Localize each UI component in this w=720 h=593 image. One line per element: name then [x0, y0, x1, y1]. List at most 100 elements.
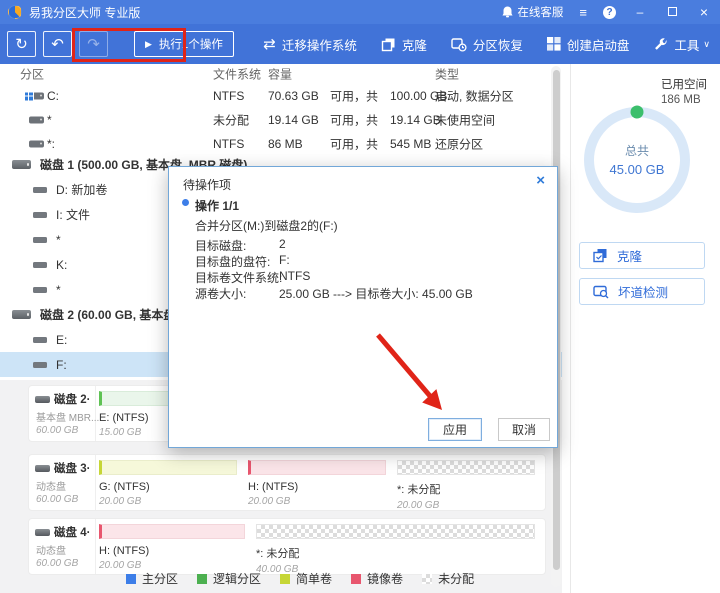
app-title: 易我分区大师 专业版: [29, 4, 140, 21]
table-row[interactable]: * 未分配 19.14 GB 可用，共 19.14 GB 未使用空间: [0, 108, 562, 132]
column-header-partition: 分区: [20, 66, 44, 83]
disk-icon: [35, 465, 50, 472]
field-key: 目标盘的盘符:: [195, 255, 270, 269]
partition-block-unallocated[interactable]: *: 未分配 20.00 GB: [397, 460, 535, 511]
partition-recovery-button[interactable]: 分区恢复: [451, 35, 523, 54]
online-service-label: 在线客服: [517, 4, 563, 20]
partition-bar-unallocated: [256, 524, 535, 539]
annotation-highlight-rectangle: [72, 28, 186, 62]
close-button[interactable]: ×: [696, 4, 712, 20]
legend-item-simple: 简单卷: [280, 570, 332, 587]
clone-label: 克隆: [402, 35, 427, 54]
undo-button[interactable]: ↶: [43, 31, 72, 57]
clone-side-label: 克隆: [617, 246, 642, 265]
disk-size: 60.00 GB: [36, 558, 95, 569]
disk-icon: [12, 310, 31, 319]
partition-fs: NTFS: [213, 89, 244, 103]
partition-icon: [33, 237, 47, 243]
partition-label: *: 未分配: [256, 545, 535, 561]
online-service-button[interactable]: 在线客服: [502, 4, 563, 20]
partition-block-unallocated[interactable]: *: 未分配 40.00 GB: [256, 524, 535, 575]
clone-button[interactable]: 克隆: [381, 35, 427, 54]
pending-operations-dialog: 待操作项 × 操作 1/1 合并分区(M:)到磁盘2的(F:) 目标磁盘:2 目…: [168, 166, 558, 448]
partition-total: 19.14 GB: [390, 113, 441, 127]
table-row[interactable]: C: NTFS 70.63 GB 可用，共 100.00 GB 启动, 数据分区: [0, 84, 562, 108]
headset-icon: [502, 6, 513, 18]
donut-total-label: 总共: [577, 142, 697, 159]
partition-size: 20.00 GB: [397, 500, 535, 511]
disk4-info: 磁盘 4· 动态盘 60.00 GB: [29, 519, 96, 574]
field-key: 目标卷文件系统:: [195, 271, 282, 285]
legend: 主分区 逻辑分区 简单卷 镜像卷 未分配: [126, 570, 474, 587]
menu-icon[interactable]: ≡: [579, 6, 587, 19]
legend-chip-unallocated: [422, 574, 432, 584]
clone-icon: [593, 248, 608, 263]
legend-item-primary: 主分区: [126, 570, 178, 587]
legend-chip-simple: [280, 574, 290, 584]
partition-icon: [29, 117, 44, 124]
right-panel: 已用空间 186 MB 总共 45.00 GB 克隆 坏道检测: [570, 64, 720, 593]
partition-icon: [33, 337, 47, 343]
field-value: F:: [279, 253, 290, 267]
legend-label: 主分区: [142, 570, 178, 587]
partition-bar: [248, 460, 386, 475]
partition-recovery-icon: [451, 37, 467, 52]
partition-available-of: 可用，共: [330, 88, 378, 105]
partition-bar: [99, 524, 245, 539]
disk4-card: 磁盘 4· 动态盘 60.00 GB H: (NTFS) 20.00 GB *:…: [28, 518, 546, 575]
partition-block-g[interactable]: G: (NTFS) 20.00 GB: [99, 460, 237, 511]
bad-sector-test-button[interactable]: 坏道检测: [579, 278, 705, 305]
app-window: 易我分区大师 专业版 在线客服 ≡ ? – × ↻ ↶ ↷ ▶ 执行1个操作 ⇄…: [0, 0, 720, 593]
disk-size: 60.00 GB: [36, 425, 95, 436]
field-value: 2: [279, 237, 286, 251]
disk-name: 磁盘 4·: [54, 524, 90, 540]
create-bootable-disk-button[interactable]: 创建启动盘: [547, 35, 630, 54]
minimize-button[interactable]: –: [632, 5, 648, 19]
disk-type: 基本盘 MBR...: [36, 409, 95, 424]
usage-donut-chart: 总共 45.00 GB: [577, 96, 697, 222]
maximize-button[interactable]: [664, 5, 680, 19]
system-badge-icon: [25, 92, 33, 100]
cancel-button[interactable]: 取消: [498, 418, 550, 441]
clone-side-button[interactable]: 克隆: [579, 242, 705, 269]
legend-item-unallocated: 未分配: [422, 570, 474, 587]
partition-icon: [33, 187, 47, 193]
tree-item-label: K:: [56, 258, 67, 272]
annotation-arrow: [368, 330, 453, 420]
column-header-filesystem: 文件系统: [213, 66, 261, 83]
field-key: 目标磁盘:: [195, 239, 246, 253]
legend-label: 未分配: [438, 570, 474, 587]
partition-label: G: (NTFS): [99, 481, 237, 493]
field-target-disk: 目标磁盘:2: [195, 237, 246, 254]
operation-summary: 合并分区(M:)到磁盘2的(F:): [195, 217, 338, 234]
clone-icon: [381, 37, 396, 52]
partition-block-h[interactable]: H: (NTFS) 20.00 GB: [99, 524, 245, 575]
tree-item-label: F:: [56, 358, 67, 372]
partition-total: 545 MB: [390, 137, 431, 151]
refresh-button[interactable]: ↻: [7, 31, 36, 57]
apply-button[interactable]: 应用: [428, 418, 482, 441]
partition-type: 未使用空间: [435, 112, 495, 129]
maximize-icon: [668, 7, 677, 16]
disk-icon: [35, 396, 50, 403]
tools-menu-button[interactable]: 工具 ∨: [653, 35, 710, 54]
dialog-close-icon[interactable]: ×: [536, 173, 545, 188]
legend-label: 镜像卷: [367, 570, 403, 587]
field-value: 25.00 GB ---> 目标卷大小: 45.00 GB: [279, 285, 473, 302]
disk-name: 磁盘 2·: [54, 391, 90, 407]
create-bootable-disk-label: 创建启动盘: [567, 35, 630, 54]
legend-chip-logical: [197, 574, 207, 584]
partition-block-h[interactable]: H: (NTFS) 20.00 GB: [248, 460, 386, 511]
disk-icon: [35, 529, 50, 536]
tree-item-label: D: 新加卷: [56, 181, 107, 198]
bootable-disk-icon: [547, 37, 561, 51]
legend-label: 逻辑分区: [213, 570, 261, 587]
donut-total-value: 45.00 GB: [577, 162, 697, 177]
partition-available: 86 MB: [268, 137, 303, 151]
partition-icon: [33, 362, 47, 368]
dialog-title: 待操作项: [183, 176, 231, 193]
help-icon[interactable]: ?: [603, 6, 616, 19]
migrate-os-button[interactable]: ⇄ 迁移操作系统: [263, 35, 357, 54]
partition-icon: [29, 93, 44, 100]
legend-item-mirror: 镜像卷: [351, 570, 403, 587]
